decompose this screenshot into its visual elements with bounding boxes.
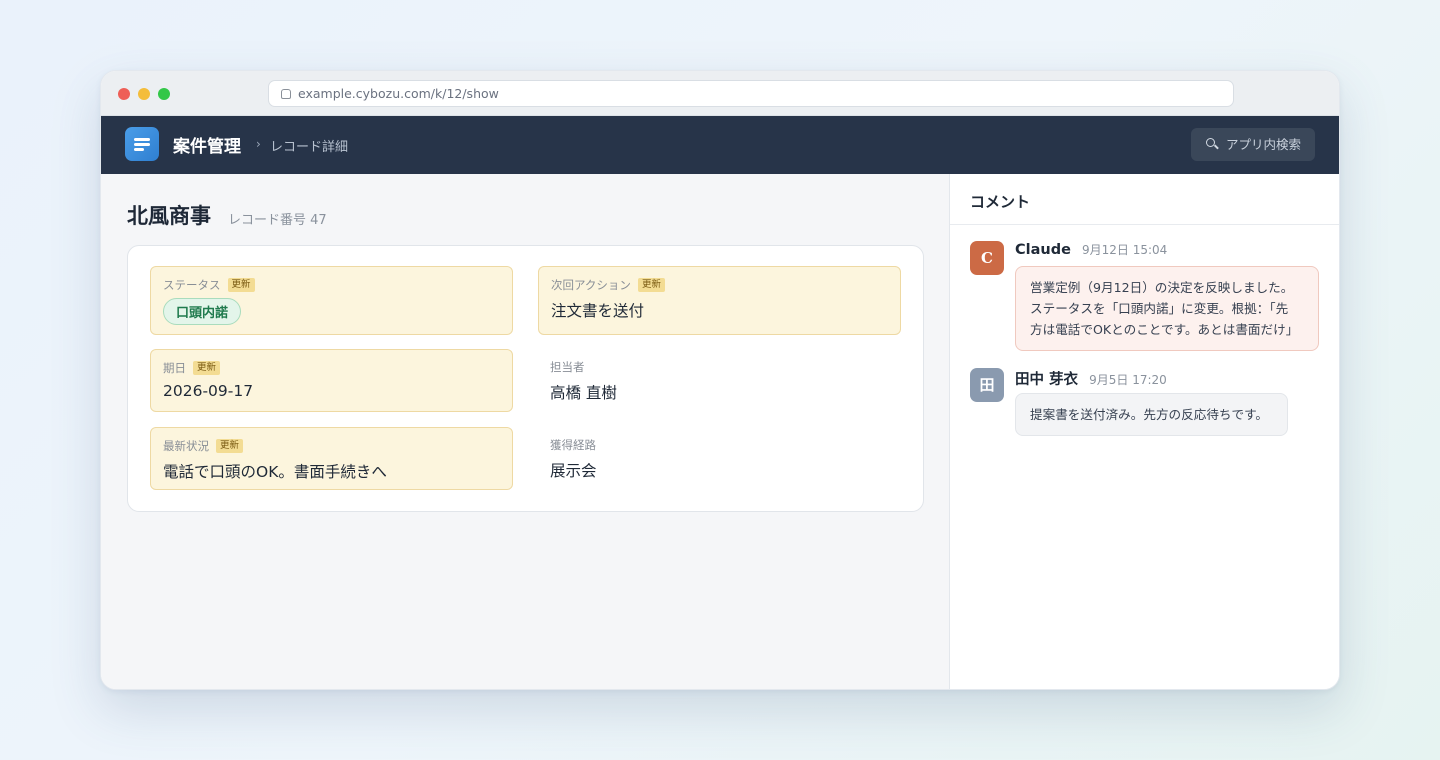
field-label: 次回アクション	[551, 278, 631, 292]
comment-time: 9月5日 17:20	[1089, 373, 1167, 387]
field-value: 2026-09-17	[163, 382, 254, 400]
field-value: 電話で口頭のOK。書面手続きへ	[163, 463, 387, 481]
maximize-window-button[interactable]	[158, 88, 170, 100]
avatar[interactable]: 田	[970, 368, 1004, 402]
record-title: 北風商事	[127, 204, 211, 228]
updated-badge: 更新	[193, 361, 221, 375]
comment-author[interactable]: 田中 芽衣	[1015, 372, 1078, 388]
browser-window: example.cybozu.com/k/12/show 案件管理 › レコード…	[100, 70, 1340, 690]
comment-line: 営業定例（9月12日）の決定を反映しました。	[1030, 280, 1294, 295]
field-status[interactable]: ステータス 更新 口頭内諾	[150, 266, 513, 335]
field-label: 担当者	[550, 360, 585, 374]
comment-body: 営業定例（9月12日）の決定を反映しました。 ステータスを「口頭内諾」に変更。根…	[1015, 266, 1319, 351]
app-title[interactable]: 案件管理	[173, 132, 241, 157]
status-badge: 口頭内諾	[163, 298, 242, 325]
app-header: 案件管理 › レコード詳細 アプリ内検索	[101, 116, 1339, 174]
comment-line: ステータスを「口頭内諾」に変更。根拠：「先	[1030, 301, 1289, 316]
field-due-date[interactable]: 期日 更新 2026-09-17	[150, 349, 513, 412]
field-source[interactable]: 獲得経路 展示会	[538, 427, 901, 490]
browser-chrome: example.cybozu.com/k/12/show	[101, 71, 1339, 116]
breadcrumb-separator: ›	[256, 137, 261, 151]
field-value: 注文書を送付	[551, 302, 645, 320]
breadcrumb: レコード詳細	[270, 140, 349, 155]
minimize-window-button[interactable]	[138, 88, 150, 100]
comment-body: 提案書を送付済み。先方の反応待ちです。	[1015, 393, 1288, 436]
field-label: ステータス	[163, 278, 221, 292]
app-logo-icon[interactable]	[125, 127, 159, 161]
field-value: 展示会	[550, 462, 597, 480]
updated-badge: 更新	[216, 439, 244, 453]
close-window-button[interactable]	[118, 88, 130, 100]
updated-badge: 更新	[227, 278, 255, 292]
lock-icon	[281, 89, 291, 99]
app-search-button[interactable]: アプリ内検索	[1191, 128, 1315, 161]
comment-panel: コメント C Claude 9月12日 15:04 営業定例（9月12日）の決定…	[950, 174, 1339, 689]
search-icon	[1206, 138, 1215, 147]
avatar[interactable]: C	[970, 241, 1004, 275]
record-fields-card: ステータス 更新 口頭内諾 次回アクション 更新 注文書を送付 期日 更新 20…	[127, 245, 924, 512]
updated-badge: 更新	[637, 278, 665, 292]
record-main: 北風商事 レコード番号 47 ステータス 更新 口頭内諾 次回アクション 更新 …	[101, 174, 950, 689]
comment-time: 9月12日 15:04	[1082, 243, 1168, 257]
url-text: example.cybozu.com/k/12/show	[298, 86, 499, 101]
field-value: 高橋 直樹	[550, 384, 617, 402]
field-next-action[interactable]: 次回アクション 更新 注文書を送付	[538, 266, 901, 335]
url-bar[interactable]: example.cybozu.com/k/12/show	[268, 80, 1234, 107]
field-label: 期日	[163, 361, 186, 375]
field-label: 獲得経路	[550, 438, 596, 452]
field-latest-status[interactable]: 最新状況 更新 電話で口頭のOK。書面手続きへ	[150, 427, 513, 490]
search-label: アプリ内検索	[1226, 137, 1302, 152]
comment-line: 方は電話でOKとのことです。あとは書面だけ」	[1030, 322, 1299, 337]
record-number: レコード番号 47	[228, 213, 327, 228]
comment-line: 提案書を送付済み。先方の反応待ちです。	[1030, 407, 1269, 422]
field-label: 最新状況	[163, 439, 209, 453]
comment-header: コメント	[950, 174, 1339, 225]
field-owner[interactable]: 担当者 高橋 直樹	[538, 349, 901, 412]
comment-author[interactable]: Claude	[1015, 242, 1071, 258]
